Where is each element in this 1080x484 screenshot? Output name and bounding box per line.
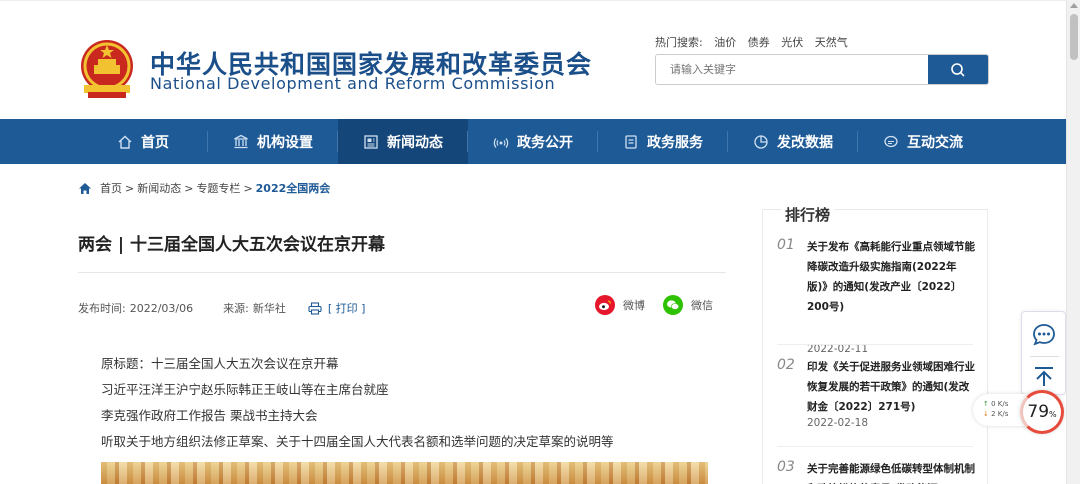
- ranking-date: 2022-02-18: [807, 417, 869, 429]
- nav-item-institutions[interactable]: 机构设置: [208, 119, 338, 164]
- home-icon[interactable]: [78, 182, 92, 195]
- breadcrumb-separator: >: [243, 181, 253, 195]
- upload-arrow-icon: ↑: [983, 400, 989, 408]
- main-nav: 首页 机构设置 新闻动态 政务公开 政务服务 发改数据 互动交流: [0, 119, 1066, 164]
- ranking-divider: [777, 446, 973, 447]
- news-icon: [364, 134, 378, 149]
- site-header: 中华人民共和国国家发展和改革委员会 National Development a…: [0, 0, 1066, 119]
- wechat-icon: [663, 295, 683, 315]
- nav-item-label: 首页: [141, 134, 169, 151]
- nav-item-gov-affairs[interactable]: 政务公开: [468, 119, 598, 164]
- breadcrumb-link[interactable]: 首页: [100, 180, 122, 196]
- page: 中华人民共和国国家发展和改革委员会 National Development a…: [0, 0, 1080, 484]
- hot-search-label: 热门搜索:: [655, 36, 703, 49]
- article-paragraph: 习近平汪洋王沪宁赵乐际韩正王岐山等在主席台就座: [101, 382, 389, 397]
- download-speed: 2 K/s: [991, 410, 1009, 418]
- ranking-link[interactable]: 关于完善能源绿色低碳转型体制机制和政策措施的意见(发改能源: [807, 459, 977, 484]
- article-paragraph: 原标题：十三届全国人大五次会议在京开幕: [101, 356, 339, 371]
- service-icon: [625, 134, 637, 149]
- upload-speed: 0 K/s: [991, 400, 1009, 408]
- breadcrumb-separator: >: [184, 181, 194, 195]
- breadcrumb-link[interactable]: 新闻动态: [137, 180, 181, 196]
- hot-search: 热门搜索: 油价 债券 光伏 天然气: [655, 34, 856, 50]
- print-label: [ 打印 ]: [327, 302, 366, 315]
- ranking-title: 排行榜: [781, 204, 835, 225]
- feedback-chat-icon[interactable]: [1031, 322, 1057, 348]
- site-title-en[interactable]: National Development and Reform Commissi…: [150, 74, 555, 93]
- ranking-number: 02: [777, 357, 795, 373]
- hot-term-link[interactable]: 光伏: [781, 36, 803, 49]
- nav-item-gov-service[interactable]: 政务服务: [598, 119, 728, 164]
- search-icon: [951, 62, 965, 77]
- ranking-divider: [777, 344, 973, 345]
- article-title: 两会 | 十三届全国人大五次会议在京开幕: [78, 235, 386, 255]
- ranking-link[interactable]: 关于发布《高耗能行业重点领域节能降碳改造升级实施指南(2022年版)》的通知(发…: [807, 237, 977, 317]
- nav-item-data[interactable]: 发改数据: [728, 119, 858, 164]
- hot-term-link[interactable]: 天然气: [815, 36, 848, 49]
- institution-icon: [234, 134, 248, 148]
- nav-item-label: 政务公开: [517, 134, 573, 151]
- nav-item-label: 机构设置: [257, 134, 313, 151]
- nav-item-interaction[interactable]: 互动交流: [858, 119, 988, 164]
- search-input[interactable]: [656, 55, 928, 84]
- nav-item-label: 政务服务: [647, 134, 703, 151]
- memory-gauge[interactable]: 79%: [1020, 390, 1064, 434]
- share-wechat-label: 微信: [691, 299, 713, 312]
- back-to-top-icon[interactable]: [1032, 365, 1056, 389]
- article-photo: [101, 462, 708, 484]
- source-value: 新华社: [252, 302, 286, 315]
- nav-item-label: 互动交流: [907, 134, 963, 151]
- scrollbar-thumb[interactable]: [1070, 14, 1078, 60]
- article-paragraph: 听取关于地方组织法修正草案、关于十四届全国人大代表名额和选举问题的决定草案的说明…: [101, 434, 614, 449]
- gauge-value: 79: [1027, 402, 1050, 422]
- search-button[interactable]: [928, 55, 988, 84]
- breadcrumb-link[interactable]: 专题专栏: [196, 180, 240, 196]
- floating-toolbar: [1021, 311, 1066, 395]
- article-meta: 发布时间: 2022/03/06 来源: 新华社 [ 打印 ]: [78, 300, 365, 316]
- ranking-number: 01: [777, 237, 795, 253]
- share-weibo[interactable]: 微博: [595, 295, 645, 315]
- hot-term-link[interactable]: 债券: [748, 36, 770, 49]
- source-label: 来源:: [223, 302, 249, 315]
- nav-item-news[interactable]: 新闻动态: [338, 119, 468, 164]
- broadcast-icon: [493, 137, 509, 148]
- ranking-number: 03: [777, 459, 795, 475]
- hot-term-link[interactable]: 油价: [714, 36, 736, 49]
- page-scrollbar[interactable]: [1066, 0, 1080, 484]
- share-weibo-label: 微博: [623, 299, 645, 312]
- download-arrow-icon: ↓: [983, 410, 989, 418]
- breadcrumb-current[interactable]: 2022全国两会: [256, 180, 331, 196]
- scroll-up-arrow-icon[interactable]: [1070, 3, 1078, 8]
- breadcrumb-separator: >: [125, 181, 135, 195]
- search-box: [655, 54, 989, 85]
- nav-item-label: 发改数据: [777, 134, 833, 151]
- ranking-link[interactable]: 印发《关于促进服务业领域困难行业恢复发展的若干政策》的通知(发改财金〔2022〕…: [807, 357, 977, 417]
- title-divider: [78, 272, 726, 273]
- share-wechat[interactable]: 微信: [663, 295, 713, 315]
- gauge-unit: %: [1049, 410, 1057, 419]
- nav-item-home[interactable]: 首页: [78, 119, 208, 164]
- weibo-icon: [595, 295, 615, 315]
- national-emblem-icon[interactable]: [78, 39, 136, 99]
- print-button[interactable]: [ 打印 ]: [308, 300, 366, 316]
- ranking-panel: 排行榜 01 关于发布《高耗能行业重点领域节能降碳改造升级实施指南(2022年版…: [762, 204, 988, 484]
- article-paragraph: 李克强作政府工作报告 栗战书主持大会: [101, 408, 318, 423]
- chat-icon: [884, 135, 898, 147]
- home-icon: [118, 135, 132, 149]
- nav-item-label: 新闻动态: [387, 134, 443, 151]
- printer-icon: [308, 301, 322, 315]
- pie-chart-icon: [754, 134, 768, 149]
- breadcrumb: 首页 > 新闻动态 > 专题专栏 > 2022全国两会: [78, 180, 330, 196]
- publish-date: 2022/03/06: [129, 301, 194, 315]
- publish-label: 发布时间:: [78, 302, 126, 315]
